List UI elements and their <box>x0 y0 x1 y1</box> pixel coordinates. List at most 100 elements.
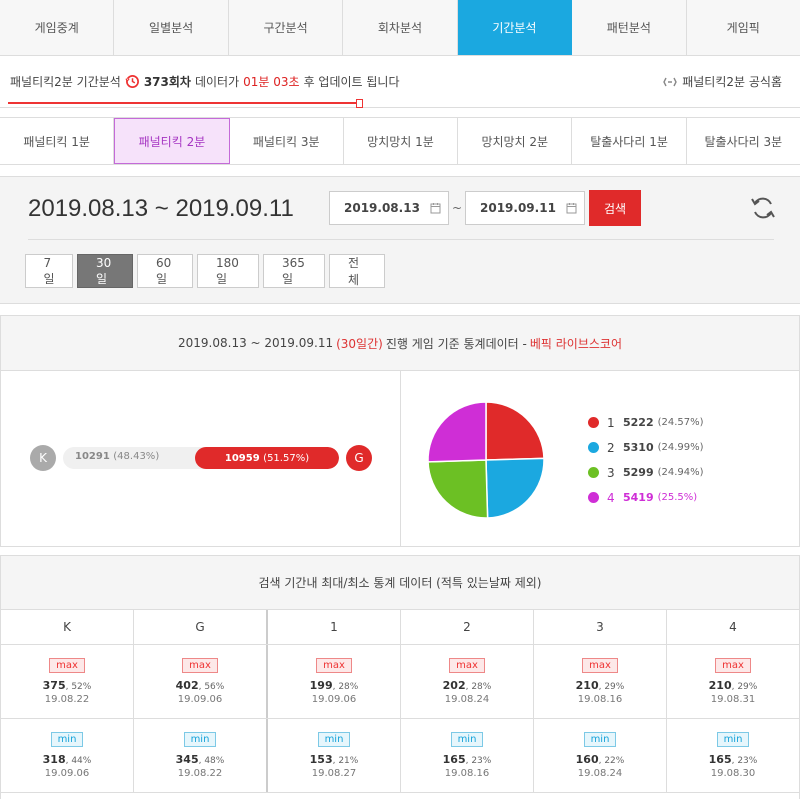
stat-pct: , 28% <box>465 682 492 692</box>
period-60d-button[interactable]: 60일 <box>137 254 193 288</box>
stat-value: 345, 48% <box>176 753 225 766</box>
calendar-icon <box>430 203 441 214</box>
stats-source: 베픽 라이브스코어 <box>529 336 622 351</box>
g-badge: G <box>346 445 372 471</box>
column-header: K <box>1 610 134 644</box>
round-number: 373회차 <box>143 75 191 89</box>
stats-range: 2019.08.13 ~ 2019.09.11 <box>178 336 334 350</box>
countdown: 01분 03초 <box>243 75 300 89</box>
table-cell: max 210, 29% 19.08.16 <box>534 645 667 718</box>
stat-value: 375, 52% <box>43 679 92 692</box>
start-date-value: 2019.08.13 <box>344 201 420 215</box>
table-cell: max 199, 28% 19.09.06 <box>268 645 401 718</box>
info-bar: 패널티킥2분 기간분석 373회차 데이터가 01분 03초 후 업데이트 됩니… <box>0 56 800 108</box>
legend-label: 1 <box>607 415 615 430</box>
history-icon <box>125 75 139 88</box>
top-nav: 게임중계 일별분석 구간분석 회차분석 기간분석 패턴분석 게임픽 <box>0 0 800 56</box>
subtab-ladder-1[interactable]: 탈출사다리 1분 <box>572 118 687 164</box>
max-badge: max <box>316 658 352 673</box>
table-cell: min 318, 44% 19.09.06 <box>1 719 134 792</box>
legend-value: 5222 <box>623 416 654 429</box>
tab-round-analysis[interactable]: 회차분석 <box>343 0 458 55</box>
period-180d-button[interactable]: 180일 <box>197 254 259 288</box>
table-cell: min 165, 23% 19.08.16 <box>401 719 534 792</box>
stat-value: 210, 29% <box>709 679 758 692</box>
date-range-title: 2019.08.13 ~ 2019.09.11 <box>28 195 294 222</box>
period-365d-button[interactable]: 365일 <box>263 254 325 288</box>
end-date-value: 2019.09.11 <box>480 201 556 215</box>
stat-date: 19.08.16 <box>577 694 623 705</box>
official-home-link[interactable]: 패널티킥2분 공식홈 <box>663 73 782 90</box>
subtab-hammer-1[interactable]: 망치망치 1분 <box>344 118 459 164</box>
max-badge: max <box>582 658 618 673</box>
tab-game-pick[interactable]: 게임픽 <box>687 0 800 55</box>
refresh-icon[interactable] <box>748 193 778 223</box>
period-30d-button[interactable]: 30일 <box>77 254 133 288</box>
stats-header: 2019.08.13 ~ 2019.09.11 (30일간) 진행 게임 기준 … <box>1 316 799 371</box>
legend-dot <box>588 417 599 428</box>
divider <box>28 239 774 240</box>
notice-suffix: 후 업데이트 됩니다 <box>303 75 400 89</box>
tab-pattern-analysis[interactable]: 패턴분석 <box>572 0 687 55</box>
min-badge: min <box>450 732 484 747</box>
stat-date: 19.08.27 <box>311 768 357 779</box>
stat-date: 19.09.06 <box>177 694 223 705</box>
column-header: 3 <box>534 610 667 644</box>
tab-daily-analysis[interactable]: 일별분석 <box>114 0 229 55</box>
game-subnav: 패널티킥 1분 패널티킥 2분 패널티킥 3분 망치망치 1분 망치망치 2분 … <box>0 117 800 165</box>
stat-pct: , 21% <box>332 756 359 766</box>
stat-value: 318, 44% <box>43 753 92 766</box>
tab-game-broadcast[interactable]: 게임중계 <box>0 0 115 55</box>
stat-pct: , 28% <box>332 682 359 692</box>
pie-slice-4 <box>427 401 487 463</box>
period-all-button[interactable]: 전체 <box>329 254 385 288</box>
notice-prefix: 패널티킥2분 기간분석 <box>10 75 121 89</box>
legend-value: 5419 <box>623 491 654 504</box>
start-date-input[interactable]: 2019.08.13 <box>329 191 449 225</box>
period-7d-button[interactable]: 7일 <box>25 254 73 288</box>
stat-pct: , 56% <box>198 682 225 692</box>
min-badge: min <box>716 732 750 747</box>
k-pct: (48.43%) <box>113 451 160 462</box>
stat-count: 210 <box>708 679 732 692</box>
stat-count: 153 <box>309 753 333 766</box>
end-date-input[interactable]: 2019.09.11 <box>465 191 585 225</box>
subtab-penalty-2[interactable]: 패널티킥 2분 <box>114 118 230 164</box>
table-cell: max 375, 52% 19.08.22 <box>1 645 134 718</box>
subtab-penalty-1[interactable]: 패널티킥 1분 <box>0 118 115 164</box>
search-button[interactable]: 검색 <box>589 190 641 226</box>
stat-pct: , 22% <box>598 756 625 766</box>
stat-date: 19.08.16 <box>444 768 490 779</box>
stat-date: 19.08.24 <box>444 694 490 705</box>
stat-pct: , 29% <box>598 682 625 692</box>
pie-chart <box>427 401 545 519</box>
pie-slice-2 <box>485 457 545 519</box>
subtab-penalty-3[interactable]: 패널티킥 3분 <box>230 118 344 164</box>
legend-dot <box>588 467 599 478</box>
stat-value: 202, 28% <box>443 679 492 692</box>
subtab-ladder-3[interactable]: 탈출사다리 3분 <box>687 118 800 164</box>
subtab-hammer-2[interactable]: 망치망치 2분 <box>458 118 573 164</box>
min-badge: min <box>50 732 84 747</box>
stat-value: 199, 28% <box>310 679 359 692</box>
link-icon <box>663 77 678 86</box>
stat-date: 19.08.30 <box>710 768 756 779</box>
column-header: 4 <box>729 620 737 634</box>
stat-date: 19.08.22 <box>177 768 223 779</box>
stat-count: 199 <box>309 679 333 692</box>
stat-count: 345 <box>175 753 199 766</box>
stat-pct: , 23% <box>731 756 758 766</box>
min-badge: min <box>583 732 617 747</box>
table-cell: min 160, 22% 19.08.24 <box>534 719 667 792</box>
stat-date: 19.08.24 <box>577 768 623 779</box>
column-header: 2 <box>401 610 534 644</box>
tab-section-analysis[interactable]: 구간분석 <box>229 0 344 55</box>
stats-panel: 2019.08.13 ~ 2019.09.11 (30일간) 진행 게임 기준 … <box>0 315 800 547</box>
tab-period-analysis[interactable]: 기간분석 <box>457 0 573 55</box>
stat-count: 202 <box>442 679 466 692</box>
column-header: G <box>134 610 268 644</box>
stat-count: 375 <box>42 679 66 692</box>
max-badge: max <box>449 658 485 673</box>
legend-dot <box>588 442 599 453</box>
legend-label: 4 <box>607 490 615 505</box>
